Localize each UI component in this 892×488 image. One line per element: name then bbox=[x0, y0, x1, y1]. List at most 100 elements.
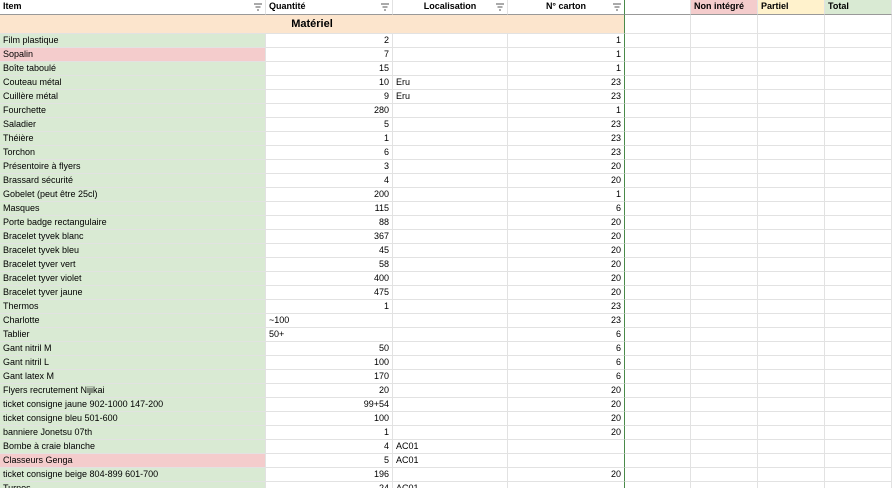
cell-empty[interactable] bbox=[691, 440, 758, 454]
cell-item[interactable]: Masques bbox=[0, 202, 266, 216]
cell-localisation[interactable] bbox=[393, 34, 508, 48]
cell-item[interactable]: ticket consigne bleu 501-600 bbox=[0, 412, 266, 426]
cell-carton[interactable]: 20 bbox=[508, 216, 625, 230]
cell-empty[interactable] bbox=[825, 174, 892, 188]
cell-carton[interactable]: 20 bbox=[508, 384, 625, 398]
cell-carton[interactable]: 1 bbox=[508, 188, 625, 202]
cell-carton[interactable]: 23 bbox=[508, 132, 625, 146]
cell-empty[interactable] bbox=[758, 202, 825, 216]
cell-quantite[interactable]: 4 bbox=[266, 174, 393, 188]
cell-empty[interactable] bbox=[758, 454, 825, 468]
cell-empty[interactable] bbox=[825, 62, 892, 76]
cell-localisation[interactable] bbox=[393, 104, 508, 118]
cell-item[interactable]: Gant nitril L bbox=[0, 356, 266, 370]
cell-quantite[interactable]: 24 bbox=[266, 482, 393, 488]
cell-item[interactable]: Bombe à craie blanche bbox=[0, 440, 266, 454]
cell-localisation[interactable] bbox=[393, 118, 508, 132]
cell-localisation[interactable] bbox=[393, 314, 508, 328]
cell-carton[interactable]: 6 bbox=[508, 202, 625, 216]
header-localisation[interactable]: Localisation bbox=[393, 0, 508, 15]
group-title[interactable]: Matériel bbox=[0, 15, 625, 34]
cell-empty[interactable] bbox=[625, 34, 691, 48]
cell-quantite[interactable]: 1 bbox=[266, 300, 393, 314]
cell-localisation[interactable] bbox=[393, 286, 508, 300]
cell-empty[interactable] bbox=[825, 48, 892, 62]
cell-empty[interactable] bbox=[625, 132, 691, 146]
cell-empty[interactable] bbox=[758, 286, 825, 300]
cell-empty[interactable] bbox=[691, 426, 758, 440]
cell-carton[interactable]: 23 bbox=[508, 300, 625, 314]
cell-quantite[interactable]: 1 bbox=[266, 426, 393, 440]
header-quantite[interactable]: Quantité bbox=[266, 0, 393, 15]
cell-empty[interactable] bbox=[625, 104, 691, 118]
cell-empty[interactable] bbox=[758, 76, 825, 90]
cell-empty[interactable] bbox=[825, 90, 892, 104]
cell-empty[interactable] bbox=[825, 384, 892, 398]
cell-empty[interactable] bbox=[825, 202, 892, 216]
cell-empty[interactable] bbox=[758, 160, 825, 174]
cell-empty[interactable] bbox=[625, 370, 691, 384]
cell-localisation[interactable] bbox=[393, 328, 508, 342]
cell-empty[interactable] bbox=[691, 412, 758, 426]
cell-empty[interactable] bbox=[625, 146, 691, 160]
cell-empty[interactable] bbox=[825, 258, 892, 272]
cell-empty[interactable] bbox=[625, 216, 691, 230]
cell-localisation[interactable] bbox=[393, 202, 508, 216]
cell-carton[interactable]: 20 bbox=[508, 244, 625, 258]
cell-empty[interactable] bbox=[825, 454, 892, 468]
cell-quantite[interactable]: 9 bbox=[266, 90, 393, 104]
cell-localisation[interactable] bbox=[393, 188, 508, 202]
cell-empty[interactable] bbox=[825, 146, 892, 160]
cell-quantite[interactable]: 7 bbox=[266, 48, 393, 62]
cell-carton[interactable]: 20 bbox=[508, 230, 625, 244]
cell-empty[interactable] bbox=[758, 216, 825, 230]
cell-empty[interactable] bbox=[691, 258, 758, 272]
cell-quantite[interactable]: 58 bbox=[266, 258, 393, 272]
cell-empty[interactable] bbox=[625, 202, 691, 216]
cell-carton[interactable]: 23 bbox=[508, 146, 625, 160]
cell-empty[interactable] bbox=[825, 440, 892, 454]
cell-item[interactable]: Film plastique bbox=[0, 34, 266, 48]
cell-carton[interactable]: 20 bbox=[508, 258, 625, 272]
cell-empty[interactable] bbox=[825, 244, 892, 258]
cell-carton[interactable]: 20 bbox=[508, 412, 625, 426]
cell-empty[interactable] bbox=[758, 398, 825, 412]
cell-empty[interactable] bbox=[625, 76, 691, 90]
cell-quantite[interactable]: 4 bbox=[266, 440, 393, 454]
cell-quantite[interactable]: 170 bbox=[266, 370, 393, 384]
cell-carton[interactable]: 6 bbox=[508, 342, 625, 356]
cell-empty[interactable] bbox=[691, 384, 758, 398]
cell-empty[interactable] bbox=[625, 258, 691, 272]
cell-empty[interactable] bbox=[625, 174, 691, 188]
cell-empty[interactable] bbox=[758, 174, 825, 188]
cell-localisation[interactable]: Eru bbox=[393, 90, 508, 104]
filter-icon[interactable] bbox=[496, 3, 504, 11]
cell-empty[interactable] bbox=[825, 328, 892, 342]
cell-localisation[interactable] bbox=[393, 342, 508, 356]
cell-empty[interactable] bbox=[625, 272, 691, 286]
cell-quantite[interactable]: 2 bbox=[266, 34, 393, 48]
cell-carton[interactable]: 23 bbox=[508, 76, 625, 90]
cell-empty[interactable] bbox=[758, 258, 825, 272]
cell-empty[interactable] bbox=[625, 230, 691, 244]
cell-empty[interactable] bbox=[825, 286, 892, 300]
cell-empty[interactable] bbox=[758, 62, 825, 76]
cell-empty[interactable] bbox=[825, 104, 892, 118]
cell-empty[interactable] bbox=[758, 370, 825, 384]
cell-empty[interactable] bbox=[625, 454, 691, 468]
cell-item[interactable]: Flyers recrutement Nijikai bbox=[0, 384, 266, 398]
cell-empty[interactable] bbox=[825, 118, 892, 132]
cell-empty[interactable] bbox=[691, 272, 758, 286]
cell-item[interactable]: Sopalin bbox=[0, 48, 266, 62]
cell-quantite[interactable]: 50 bbox=[266, 342, 393, 356]
cell-empty[interactable] bbox=[825, 34, 892, 48]
cell-item[interactable]: Bracelet tyvek bleu bbox=[0, 244, 266, 258]
cell-carton[interactable]: 6 bbox=[508, 356, 625, 370]
cell-item[interactable]: Bracelet tyvek blanc bbox=[0, 230, 266, 244]
cell-empty[interactable] bbox=[758, 300, 825, 314]
cell-empty[interactable] bbox=[625, 426, 691, 440]
cell-localisation[interactable] bbox=[393, 48, 508, 62]
cell-empty[interactable] bbox=[625, 244, 691, 258]
cell-localisation[interactable] bbox=[393, 468, 508, 482]
cell-localisation[interactable] bbox=[393, 398, 508, 412]
